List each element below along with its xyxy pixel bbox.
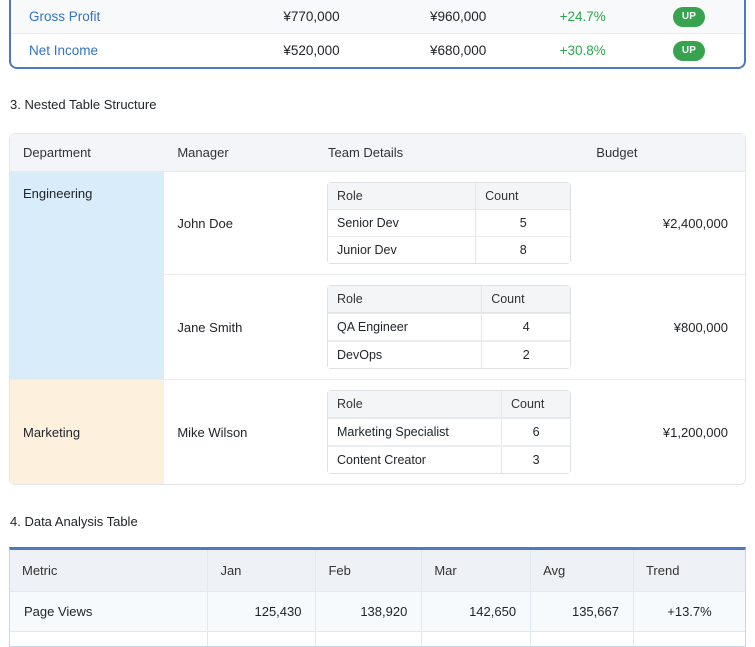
column-header-team-details: Team Details bbox=[315, 134, 583, 172]
role-cell: QA Engineer bbox=[328, 313, 482, 341]
count-cell: 4 bbox=[482, 313, 570, 341]
manager-cell: Jane Smith bbox=[164, 274, 315, 379]
metric-cell: Page Views bbox=[10, 592, 208, 631]
inner-row: Junior Dev 8 bbox=[328, 237, 570, 263]
department-cell-engineering: Engineering bbox=[10, 172, 164, 379]
team-details-cell: Role Count Senior Dev 5 Junior Dev 8 bbox=[315, 172, 583, 274]
badge-cell: UP bbox=[634, 34, 744, 67]
table-row: Page Views 125,430 138,920 142,650 135,6… bbox=[10, 592, 745, 631]
table-row-partial bbox=[10, 631, 745, 646]
manager-cell: Mike Wilson bbox=[164, 379, 315, 484]
inner-row: Marketing Specialist 6 bbox=[328, 418, 570, 446]
header-row: Department Manager Team Details Budget bbox=[10, 134, 745, 172]
status-badge: UP bbox=[673, 41, 705, 61]
inner-header-row: Role Count bbox=[328, 183, 570, 210]
inner-row: DevOps 2 bbox=[328, 341, 570, 368]
column-header-metric: Metric bbox=[10, 550, 208, 592]
column-header-avg: Avg bbox=[531, 550, 634, 592]
team-roles-table: Role Count QA Engineer 4 DevOps 2 bbox=[327, 285, 571, 369]
inner-row: QA Engineer 4 bbox=[328, 313, 570, 341]
inner-row: Content Creator 3 bbox=[328, 446, 570, 473]
table-row: Net Income ¥520,000 ¥680,000 +30.8% UP bbox=[11, 34, 744, 67]
count-cell: 2 bbox=[482, 341, 570, 368]
role-cell: Marketing Specialist bbox=[328, 418, 502, 446]
column-header-jan: Jan bbox=[208, 550, 316, 592]
inner-column-role: Role bbox=[328, 391, 502, 418]
column-header-manager: Manager bbox=[164, 134, 315, 172]
column-header-feb: Feb bbox=[316, 550, 422, 592]
column-header-budget: Budget bbox=[583, 134, 745, 172]
financial-table: Gross Profit ¥770,000 ¥960,000 +24.7% UP… bbox=[9, 0, 746, 69]
role-cell: Senior Dev bbox=[328, 210, 476, 237]
team-details-cell: Role Count QA Engineer 4 DevOps 2 bbox=[315, 274, 583, 379]
inner-header-row: Role Count bbox=[328, 391, 570, 418]
page: Gross Profit ¥770,000 ¥960,000 +24.7% UP… bbox=[0, 0, 755, 647]
role-cell: Content Creator bbox=[328, 446, 502, 473]
trend-value: +13.7% bbox=[634, 592, 745, 631]
department-cell-marketing: Marketing bbox=[10, 379, 164, 484]
avg-value: 135,667 bbox=[531, 592, 634, 631]
count-cell: 5 bbox=[476, 210, 570, 237]
team-roles-table: Role Count Senior Dev 5 Junior Dev 8 bbox=[327, 182, 571, 264]
team-roles-table: Role Count Marketing Specialist 6 Conten… bbox=[327, 390, 571, 474]
role-cell: DevOps bbox=[328, 341, 482, 368]
value-cell: ¥520,000 bbox=[238, 34, 385, 67]
metric-label: Net Income bbox=[11, 34, 238, 67]
status-badge: UP bbox=[673, 7, 705, 27]
value-cell: ¥770,000 bbox=[238, 0, 385, 34]
inner-column-role: Role bbox=[328, 286, 482, 313]
badge-cell: UP bbox=[634, 0, 744, 34]
section-heading-data-analysis: 4. Data Analysis Table bbox=[10, 514, 746, 529]
budget-cell: ¥800,000 bbox=[583, 274, 745, 379]
change-percent: +30.8% bbox=[531, 34, 634, 67]
table-row: Marketing Mike Wilson Role Count Marketi… bbox=[10, 379, 745, 484]
inner-column-role: Role bbox=[328, 183, 476, 210]
mar-value: 142,650 bbox=[422, 592, 531, 631]
inner-header-row: Role Count bbox=[328, 286, 570, 313]
manager-cell: John Doe bbox=[164, 172, 315, 274]
table-row: Engineering John Doe Role Count Senior D… bbox=[10, 172, 745, 274]
inner-column-count: Count bbox=[482, 286, 570, 313]
count-cell: 6 bbox=[502, 418, 570, 446]
inner-column-count: Count bbox=[502, 391, 570, 418]
table-row: Gross Profit ¥770,000 ¥960,000 +24.7% UP bbox=[11, 0, 744, 34]
section-heading-nested-table: 3. Nested Table Structure bbox=[10, 97, 746, 112]
inner-row: Senior Dev 5 bbox=[328, 210, 570, 237]
data-analysis-table: Metric Jan Feb Mar Avg Trend Page Views … bbox=[9, 547, 746, 647]
budget-cell: ¥2,400,000 bbox=[583, 172, 745, 274]
inner-column-count: Count bbox=[476, 183, 570, 210]
feb-value: 138,920 bbox=[316, 592, 422, 631]
column-header-trend: Trend bbox=[634, 550, 745, 592]
value-cell: ¥960,000 bbox=[385, 0, 532, 34]
column-header-department: Department bbox=[10, 134, 164, 172]
jan-value: 125,430 bbox=[208, 592, 316, 631]
change-percent: +24.7% bbox=[531, 0, 634, 34]
metric-label: Gross Profit bbox=[11, 0, 238, 34]
value-cell: ¥680,000 bbox=[385, 34, 532, 67]
nested-structure-table: Department Manager Team Details Budget E… bbox=[9, 133, 746, 485]
team-details-cell: Role Count Marketing Specialist 6 Conten… bbox=[315, 379, 583, 484]
budget-cell: ¥1,200,000 bbox=[583, 379, 745, 484]
count-cell: 8 bbox=[476, 237, 570, 263]
role-cell: Junior Dev bbox=[328, 237, 476, 263]
header-row: Metric Jan Feb Mar Avg Trend bbox=[10, 550, 745, 592]
count-cell: 3 bbox=[502, 446, 570, 473]
column-header-mar: Mar bbox=[422, 550, 531, 592]
